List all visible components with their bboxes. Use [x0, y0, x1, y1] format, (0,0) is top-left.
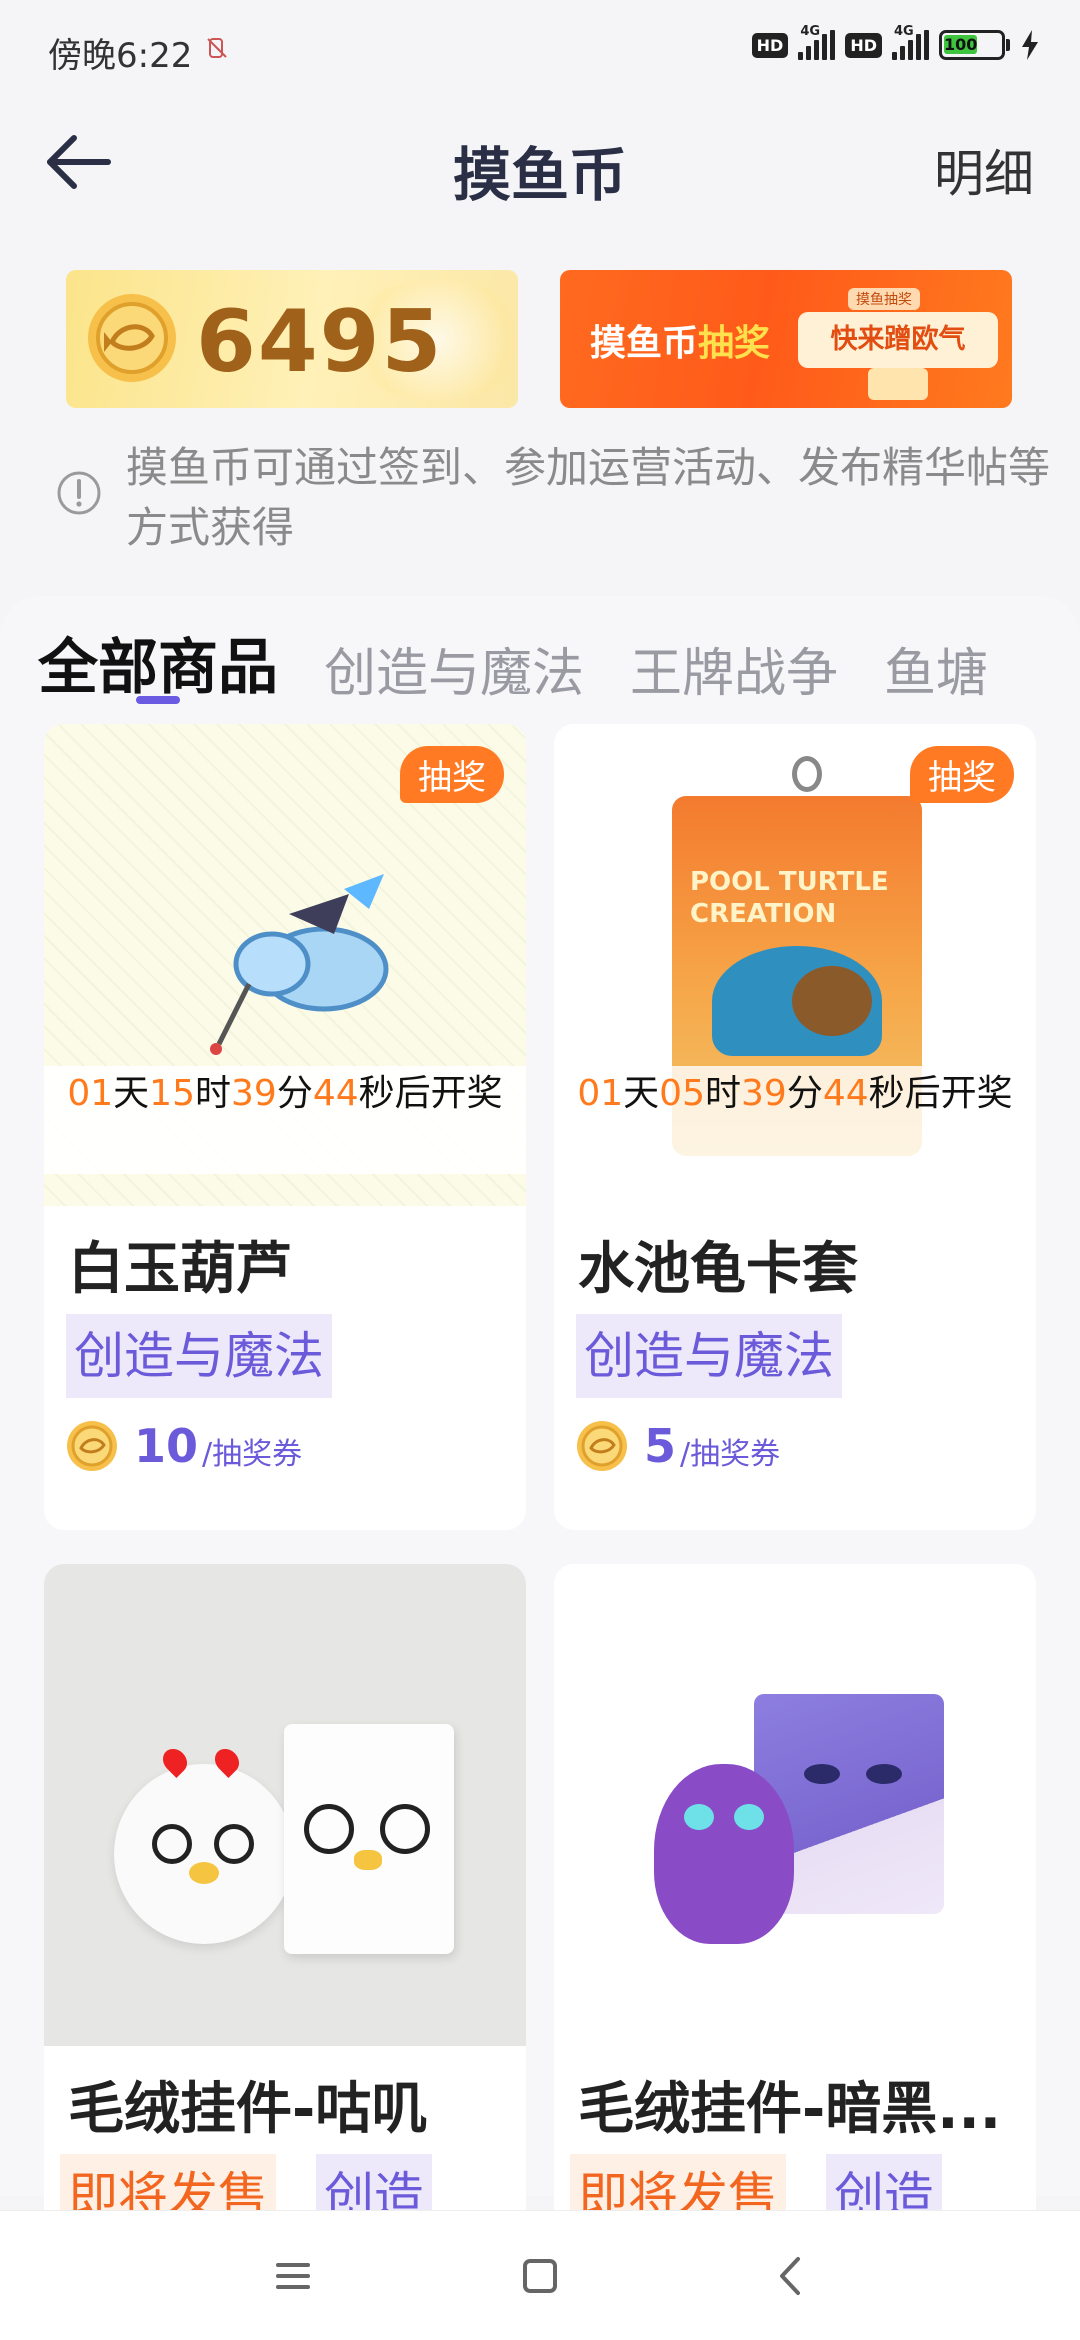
countdown-seconds: 44: [822, 1073, 869, 1114]
hd-badge: HD: [751, 32, 789, 58]
price-value: 5: [644, 1419, 677, 1473]
status-bar: 傍晚6:22 HD 4G HD 4G 100: [0, 0, 1080, 96]
countdown-unit-minute: 分: [786, 1073, 823, 1114]
countdown-days: 01: [67, 1073, 114, 1114]
page-title: 摸鱼币: [452, 141, 627, 209]
signal-icon: 4G: [798, 24, 836, 60]
game-tag: 创造与魔法: [66, 1314, 332, 1398]
product-card[interactable]: 毛绒挂件-暗黑... 即将发售 创造: [554, 1564, 1036, 2264]
fish-coin-icon: [577, 1421, 627, 1471]
network-label-2: 4G: [894, 24, 914, 39]
product-title: 水池龟卡套: [578, 1237, 858, 1302]
countdown-minutes: 39: [231, 1073, 277, 1114]
product-image: [554, 1564, 1036, 2046]
lottery-title-highlight: 抽奖: [698, 323, 771, 364]
product-price: 5 /抽奖券: [576, 1416, 780, 1476]
tab-all-products[interactable]: 全部商品: [38, 619, 278, 706]
product-card[interactable]: 毛绒挂件-咕叽 即将发售 创造: [44, 1564, 526, 2264]
battery-level: 100: [944, 35, 978, 54]
countdown-timer: 01天05时39分44秒后开奖: [554, 1066, 1036, 1174]
tab-ace-war[interactable]: 王牌战争: [630, 631, 838, 706]
countdown-hours: 05: [659, 1073, 705, 1114]
countdown-unit-second: 秒后开奖: [358, 1073, 503, 1114]
product-image: [44, 1564, 526, 2046]
hd-badge-2: HD: [845, 32, 882, 58]
battery-icon: 100: [939, 30, 1010, 60]
lottery-banner-title: 摸鱼币抽奖: [590, 314, 770, 366]
tab-creation-magic[interactable]: 创造与魔法: [324, 631, 584, 706]
card-image-text: POOL TURTLE CREATION: [690, 867, 889, 929]
category-tabs: 全部商品 创造与魔法 王牌战争 鱼塘: [38, 616, 988, 706]
lottery-badge: 抽奖: [400, 746, 504, 803]
system-nav-bar: [0, 2210, 1080, 2340]
game-tag: 创造与魔法: [576, 1314, 842, 1398]
countdown-seconds: 44: [312, 1073, 359, 1114]
chick-box-image: [284, 1724, 454, 1954]
price-unit: /抽奖券: [202, 1437, 303, 1472]
lottery-cta-wrap: 摸鱼抽奖 快来蹭欧气: [798, 288, 998, 400]
status-time: 傍晚6:22: [48, 36, 193, 76]
back-icon[interactable]: [766, 2251, 816, 2301]
home-icon[interactable]: [515, 2251, 565, 2301]
status-icons: HD 4G HD 4G 100: [751, 24, 1040, 60]
product-price: 10 /抽奖券: [66, 1416, 302, 1476]
menu-icon[interactable]: [268, 2251, 318, 2301]
lottery-cta-button[interactable]: 快来蹭欧气: [798, 312, 998, 368]
countdown-days: 01: [577, 1073, 624, 1114]
countdown-unit-minute: 分: [276, 1073, 313, 1114]
lottery-title-prefix: 摸鱼币: [590, 323, 699, 364]
product-title: 毛绒挂件-暗黑...: [578, 2077, 1002, 2142]
countdown-unit-hour: 时: [704, 1073, 741, 1114]
charging-icon: [1022, 30, 1038, 60]
tab-indicator: [136, 696, 180, 704]
product-title: 白玉葫芦: [68, 1237, 292, 1302]
header: 摸鱼币 明细: [0, 110, 1080, 214]
countdown-unit-hour: 时: [194, 1073, 231, 1114]
price-unit: /抽奖券: [680, 1437, 781, 1472]
countdown-unit-day: 天: [113, 1073, 150, 1114]
product-image: POOL TURTLE CREATION 抽奖 01天05时39分44秒后开奖: [554, 724, 1036, 1206]
info-text: 摸鱼币可通过签到、参加运营活动、发布精华帖等方式获得: [126, 443, 1051, 552]
signal-icon-2: 4G: [892, 24, 929, 60]
info-icon: [57, 471, 101, 515]
product-card[interactable]: POOL TURTLE CREATION 抽奖 01天05时39分44秒后开奖 …: [554, 724, 1036, 1530]
gift-icon: [868, 368, 928, 400]
fish-coin-icon: [67, 1421, 117, 1471]
mute-icon: [207, 38, 227, 58]
lottery-banner[interactable]: 摸鱼币抽奖 摸鱼抽奖 快来蹭欧气: [560, 270, 1012, 408]
dino-plush-image: [654, 1764, 794, 1944]
countdown-unit-day: 天: [623, 1073, 660, 1114]
network-label: 4G: [800, 24, 821, 39]
lottery-small-label: 摸鱼抽奖: [848, 288, 920, 310]
gourd-icon: [210, 874, 389, 1055]
tab-fish-pond[interactable]: 鱼塘: [884, 631, 988, 706]
lottery-badge: 抽奖: [910, 746, 1014, 803]
product-image: 抽奖 01天15时39分44秒后开奖: [44, 724, 526, 1206]
fish-coin-icon: [88, 294, 176, 382]
countdown-minutes: 39: [741, 1073, 787, 1114]
countdown-timer: 01天15时39分44秒后开奖: [44, 1066, 526, 1174]
product-title: 毛绒挂件-咕叽: [68, 2077, 428, 2142]
countdown-unit-second: 秒后开奖: [868, 1073, 1013, 1114]
product-card[interactable]: 抽奖 01天15时39分44秒后开奖 白玉葫芦 创造与魔法 10 /抽奖券: [44, 724, 526, 1530]
price-value: 10: [134, 1419, 199, 1473]
chick-plush-image: [114, 1744, 294, 1944]
countdown-hours: 15: [149, 1073, 195, 1114]
detail-link[interactable]: 明细: [934, 134, 1034, 206]
coin-balance: 6495: [196, 292, 444, 392]
coin-balance-card[interactable]: 6495: [66, 270, 518, 408]
